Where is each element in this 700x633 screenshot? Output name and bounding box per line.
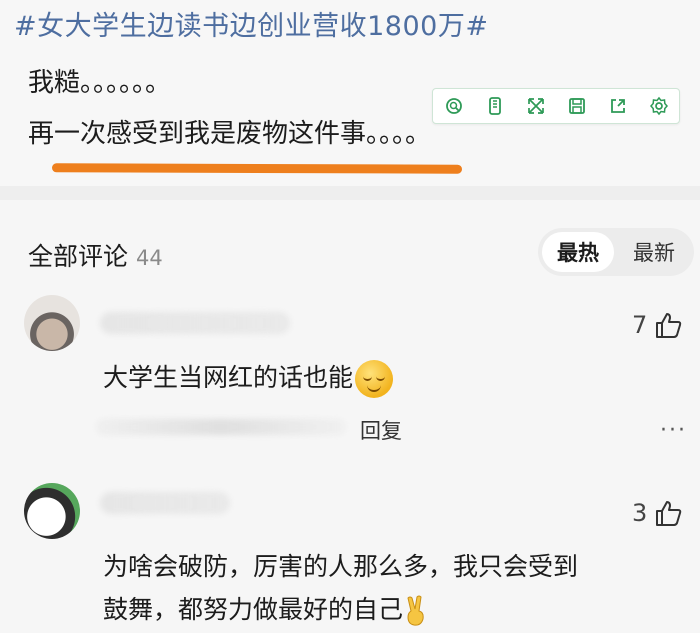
thumbs-up-icon (656, 501, 682, 526)
comment-text-line-2: 鼓舞，都努力做最好的自己 (103, 590, 429, 627)
post-content: #女大学生边读书边创业营收1800万# 我糙。。。。。。 再一次感受到我是废物这… (0, 0, 700, 186)
sort-hot-button[interactable]: 最热 (542, 232, 614, 272)
comments-title: 全部评论 (28, 242, 129, 271)
sort-new-button[interactable]: 最新 (618, 232, 690, 272)
reply-button[interactable]: 回复 (360, 415, 402, 445)
share-icon[interactable] (604, 92, 632, 120)
save-icon[interactable] (563, 92, 591, 120)
victory-hand-icon (403, 595, 429, 627)
post-text-line-1: 我糙。。。。。。 (28, 68, 172, 98)
section-divider (0, 186, 700, 200)
comment-meta-blurred (96, 419, 346, 435)
username-blurred (100, 492, 230, 514)
avatar[interactable] (24, 295, 80, 351)
comment-text-content: 鼓舞，都努力做最好的自己 (103, 595, 404, 624)
post-hashtag[interactable]: #女大学生边读书边创业营收1800万# (14, 4, 488, 43)
avatar[interactable] (24, 483, 80, 539)
smile-emoji-icon (355, 360, 394, 398)
like-button[interactable]: 7 (632, 310, 683, 340)
comment-text-line-1: 为啥会破防，厉害的人那么多，我只会受到 (103, 552, 579, 581)
phone-icon[interactable] (481, 92, 509, 120)
sort-toggle: 最热 最新 (538, 228, 694, 276)
comment-text-content: 大学生当网红的话也能 (103, 363, 354, 392)
thumbs-up-icon (656, 313, 682, 338)
settings-icon[interactable] (645, 92, 673, 120)
like-button[interactable]: 3 (632, 498, 683, 528)
highlight-underline (51, 163, 463, 174)
like-count: 7 (632, 311, 648, 339)
like-count: 3 (632, 499, 648, 527)
post-text-line-2: 再一次感受到我是废物这件事。。。。 (28, 119, 432, 149)
expand-icon[interactable] (522, 92, 550, 120)
comment-text: 大学生当网红的话也能 (103, 358, 394, 398)
more-options-icon[interactable]: ··· (660, 418, 687, 443)
floating-toolbar (432, 88, 680, 124)
username-blurred (100, 312, 290, 334)
search-icon[interactable] (440, 92, 468, 120)
comments-header: 全部评论 44 (28, 237, 163, 273)
comments-section: 全部评论 44 最热 最新 7 大学生当网红的话也能 回复 ··· 3 为啥会破防… (0, 200, 700, 626)
comments-count: 44 (136, 246, 163, 270)
